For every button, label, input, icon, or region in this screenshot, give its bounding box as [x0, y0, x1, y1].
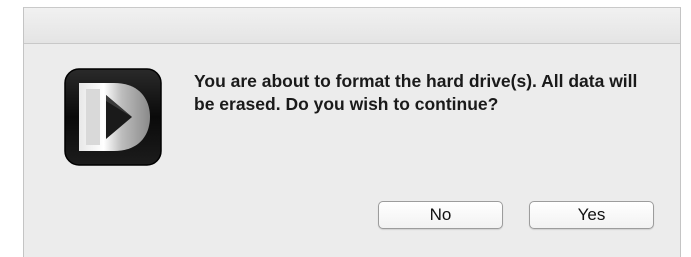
- no-button[interactable]: No: [378, 201, 503, 229]
- dialog-message: You are about to format the hard drive(s…: [194, 71, 638, 114]
- screenshot-canvas: You are about to format the hard drive(s…: [0, 0, 691, 257]
- yes-button[interactable]: Yes: [529, 201, 654, 229]
- dialog-title-bar[interactable]: [24, 8, 680, 44]
- dlink-d-logo-icon: [64, 68, 162, 166]
- confirm-format-dialog: You are about to format the hard drive(s…: [23, 7, 681, 257]
